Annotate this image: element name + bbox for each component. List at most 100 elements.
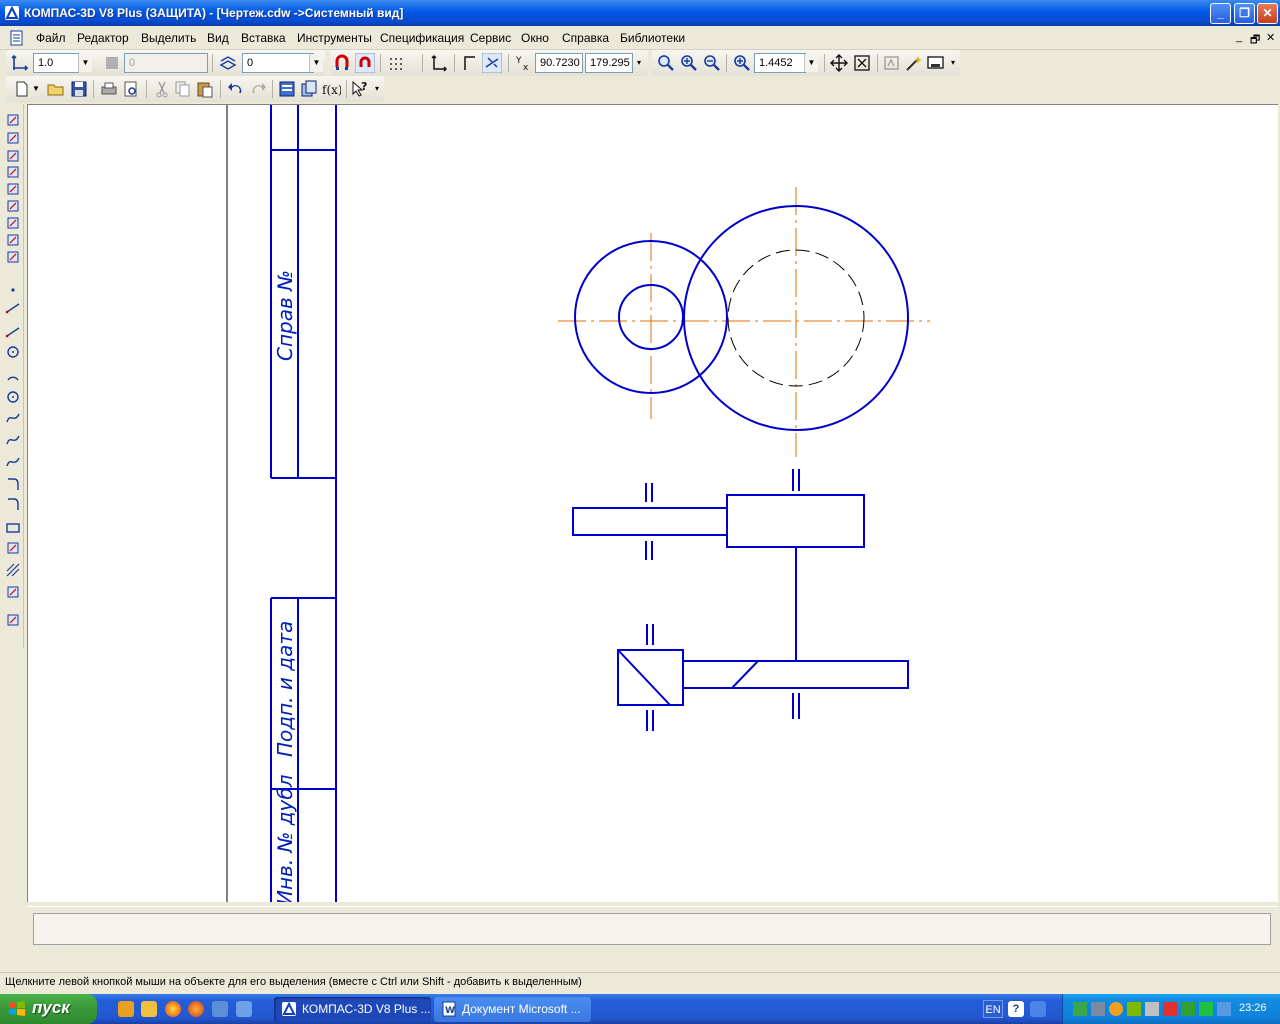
- document-icon[interactable]: [8, 30, 26, 46]
- input-settings-icon[interactable]: [1030, 1001, 1046, 1017]
- variables-icon[interactable]: f(x): [321, 79, 341, 99]
- menu-edit[interactable]: Редактор: [77, 31, 129, 45]
- maximize-button[interactable]: ❐: [1234, 3, 1255, 24]
- ellipse-tool-icon[interactable]: [5, 389, 21, 405]
- menu-file[interactable]: Файл: [36, 31, 66, 45]
- cursor-x-field[interactable]: 90.7230: [535, 53, 583, 73]
- bezier-tool-icon[interactable]: [5, 432, 21, 448]
- tray-nvidia-icon[interactable]: [1199, 1002, 1213, 1016]
- menu-service[interactable]: Сервис: [470, 31, 511, 45]
- toolbar-overflow[interactable]: ▾: [634, 54, 644, 72]
- param-tool-icon[interactable]: [5, 198, 21, 214]
- show-all-icon[interactable]: [852, 53, 872, 73]
- refresh-icon[interactable]: [882, 53, 902, 73]
- toolbar-overflow[interactable]: ▾: [948, 54, 958, 72]
- measure-tool-icon[interactable]: [5, 215, 21, 231]
- zoom-in-icon[interactable]: [679, 53, 699, 73]
- quicklaunch-folder-icon[interactable]: [141, 1001, 157, 1017]
- auxline-tool-icon[interactable]: [5, 300, 21, 316]
- manager-icon[interactable]: [277, 79, 297, 99]
- chamfer-tool-icon[interactable]: [5, 476, 21, 492]
- save-icon[interactable]: [69, 79, 89, 99]
- cut-icon[interactable]: [152, 79, 172, 99]
- step-dropdown[interactable]: ▼: [78, 54, 92, 72]
- menu-specification[interactable]: Спецификация: [380, 31, 464, 45]
- pan-icon[interactable]: [829, 53, 849, 73]
- tray-update-icon[interactable]: [1163, 1002, 1177, 1016]
- zoom-window-icon[interactable]: [656, 53, 676, 73]
- polyline-tool-icon[interactable]: [5, 454, 21, 470]
- magic-wand-icon[interactable]: [904, 53, 924, 73]
- print-icon[interactable]: [99, 79, 119, 99]
- tray-network-icon[interactable]: [1073, 1002, 1087, 1016]
- task-word[interactable]: W Документ Microsoft ...: [434, 997, 591, 1022]
- hatch-tool-icon[interactable]: [5, 562, 21, 578]
- menu-help[interactable]: Справка: [562, 31, 609, 45]
- point-tool-icon[interactable]: [5, 282, 21, 298]
- dimension-tool-icon[interactable]: [5, 148, 21, 164]
- round-icon[interactable]: [482, 53, 502, 73]
- minimize-button[interactable]: _: [1210, 3, 1231, 24]
- local-snap-icon[interactable]: [355, 53, 375, 73]
- quicklaunch-firefox-icon[interactable]: [188, 1001, 204, 1017]
- tray-computer-icon[interactable]: [1091, 1002, 1105, 1016]
- select-tool-icon[interactable]: [5, 112, 21, 128]
- tray-security-icon[interactable]: [1127, 1002, 1141, 1016]
- style-input[interactable]: 0: [242, 53, 314, 73]
- fill-tool-icon[interactable]: [5, 584, 21, 600]
- open-icon[interactable]: [46, 79, 66, 99]
- menu-window[interactable]: Окно: [521, 31, 549, 45]
- circle-tool-icon[interactable]: [5, 344, 21, 360]
- tray-safely-remove-icon[interactable]: [1181, 1002, 1195, 1016]
- tray-misc-icon[interactable]: [1217, 1002, 1231, 1016]
- library-manager-icon[interactable]: [299, 79, 319, 99]
- snap-magnet-icon[interactable]: [332, 53, 352, 73]
- mdi-restore-button[interactable]: 🗗: [1250, 31, 1260, 50]
- style-icon[interactable]: [218, 53, 238, 73]
- spline-tool-icon[interactable]: [5, 410, 21, 426]
- step-icon[interactable]: [10, 53, 30, 73]
- tray-app-icon[interactable]: [1109, 1002, 1123, 1016]
- segment-tool-icon[interactable]: [5, 324, 21, 340]
- redo-icon[interactable]: [248, 79, 268, 99]
- tray-volume-icon[interactable]: [1145, 1002, 1159, 1016]
- menu-tools[interactable]: Инструменты: [297, 31, 372, 45]
- select-area-icon[interactable]: [5, 232, 21, 248]
- menu-view[interactable]: Вид: [207, 31, 229, 45]
- drawing-canvas[interactable]: Справ № Подп. и дата Инв. № дубл: [27, 104, 1278, 902]
- grid-icon[interactable]: [387, 53, 407, 73]
- quicklaunch-desktop-icon[interactable]: [236, 1001, 252, 1017]
- style-dropdown[interactable]: ▼: [309, 54, 323, 72]
- symbol-tool-icon[interactable]: [5, 164, 21, 180]
- snap-tool-icon[interactable]: [5, 130, 21, 146]
- help-icon[interactable]: ?: [1008, 1001, 1024, 1017]
- edit-tool-icon[interactable]: [5, 181, 21, 197]
- ortho-icon[interactable]: [460, 53, 480, 73]
- spec-tool-icon[interactable]: [5, 249, 21, 265]
- quicklaunch-media-icon[interactable]: [212, 1001, 228, 1017]
- contour-tool-icon[interactable]: [5, 540, 21, 556]
- step-input[interactable]: 1.0: [33, 53, 79, 73]
- paste-icon[interactable]: [195, 79, 215, 99]
- rectangle-tool-icon[interactable]: [5, 520, 21, 536]
- cursor-y-field[interactable]: 179.295: [585, 53, 633, 73]
- menu-insert[interactable]: Вставка: [241, 31, 286, 45]
- undo-icon[interactable]: [226, 79, 246, 99]
- zoom-input[interactable]: 1.4452: [754, 53, 806, 73]
- start-button[interactable]: пуск: [0, 994, 97, 1024]
- display-icon[interactable]: [926, 53, 946, 73]
- menu-libraries[interactable]: Библиотеки: [620, 31, 685, 45]
- zoom-dropdown[interactable]: ▼: [804, 54, 818, 72]
- zoom-out-icon[interactable]: [702, 53, 722, 73]
- new-document-icon[interactable]: [12, 79, 32, 99]
- mdi-minimize-button[interactable]: _: [1236, 31, 1242, 43]
- quicklaunch-app-icon[interactable]: [118, 1001, 134, 1017]
- menu-select[interactable]: Выделить: [141, 31, 196, 45]
- zoom-scale-icon[interactable]: [732, 53, 752, 73]
- context-help-icon[interactable]: ?: [350, 79, 370, 99]
- quicklaunch-chrome-icon[interactable]: [165, 1001, 181, 1017]
- fillet-tool-icon[interactable]: [5, 496, 21, 512]
- local-cs-icon[interactable]: [429, 53, 449, 73]
- print-preview-icon[interactable]: [121, 79, 141, 99]
- task-kompas[interactable]: КОМПАС-3D V8 Plus ...: [274, 997, 431, 1022]
